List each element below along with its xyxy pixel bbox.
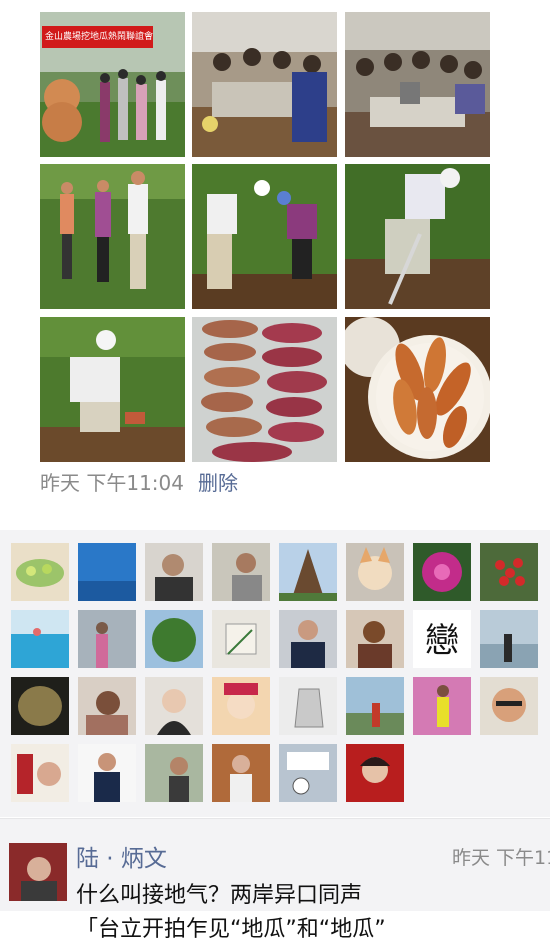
liker-avatar[interactable] bbox=[346, 610, 404, 668]
comment-author-name[interactable]: 陆 · 炳文 bbox=[76, 839, 167, 873]
liker-avatar[interactable] bbox=[78, 543, 136, 601]
liker-avatar[interactable] bbox=[279, 610, 337, 668]
liker-avatar[interactable] bbox=[480, 610, 538, 668]
liker-avatar[interactable] bbox=[413, 677, 471, 735]
post-meta: 昨天 下午11:04 删除 bbox=[40, 470, 238, 496]
liker-avatar[interactable] bbox=[11, 677, 69, 735]
liker-avatar[interactable] bbox=[212, 677, 270, 735]
photo-grid: 金山農場挖地瓜熱鬧聯誼會 bbox=[40, 12, 490, 462]
comment-time: 昨天 下午11 bbox=[452, 847, 550, 869]
delete-link[interactable]: 删除 bbox=[198, 471, 238, 495]
comment-text: 什么叫接地气？两岸异口同声 bbox=[76, 883, 363, 908]
liker-avatar[interactable] bbox=[212, 744, 270, 802]
liker-avatar[interactable] bbox=[279, 744, 337, 802]
post-time: 昨天 下午11:04 bbox=[40, 471, 184, 495]
comment-entry: 陆 · 炳文 昨天 下午11 什么叫接地气？两岸异口同声 「台立开拍乍见“地瓜”… bbox=[0, 818, 550, 942]
comment-text-cont: 「台立开拍乍见“地瓜”和“地瓜” bbox=[76, 917, 386, 942]
photo-digging-pair[interactable] bbox=[192, 164, 337, 309]
liker-avatar[interactable] bbox=[279, 543, 337, 601]
photo-sweet-potatoes-sack[interactable] bbox=[192, 317, 337, 462]
liker-avatar[interactable] bbox=[145, 677, 203, 735]
photo-digging-man[interactable] bbox=[345, 164, 490, 309]
svg-text:戀: 戀 bbox=[425, 621, 459, 661]
liker-avatar[interactable] bbox=[480, 543, 538, 601]
liker-avatar[interactable] bbox=[145, 744, 203, 802]
liker-avatar[interactable] bbox=[11, 610, 69, 668]
liker-avatar[interactable] bbox=[480, 677, 538, 735]
photo-crouching-man[interactable] bbox=[40, 317, 185, 462]
liker-avatar[interactable] bbox=[212, 543, 270, 601]
comment-author-avatar[interactable] bbox=[9, 843, 67, 901]
liker-avatar[interactable] bbox=[346, 677, 404, 735]
liker-avatar[interactable]: 戀 bbox=[413, 610, 471, 668]
liker-avatar[interactable] bbox=[78, 677, 136, 735]
likers-panel: 戀 bbox=[0, 530, 550, 817]
liker-avatar[interactable] bbox=[346, 543, 404, 601]
photo-dinner-table-1[interactable] bbox=[192, 12, 337, 157]
liker-avatar[interactable] bbox=[346, 744, 404, 802]
liker-avatar[interactable] bbox=[145, 610, 203, 668]
photo-field-group[interactable] bbox=[40, 164, 185, 309]
photo-roasted-sweet-potatoes[interactable] bbox=[345, 317, 490, 462]
photo-banner-group[interactable]: 金山農場挖地瓜熱鬧聯誼會 bbox=[40, 12, 185, 157]
liker-avatar[interactable] bbox=[11, 543, 69, 601]
photo-dinner-table-2[interactable] bbox=[345, 12, 490, 157]
liker-avatar[interactable] bbox=[78, 610, 136, 668]
liker-avatar[interactable] bbox=[145, 543, 203, 601]
liker-avatar[interactable] bbox=[212, 610, 270, 668]
liker-avatar[interactable] bbox=[279, 677, 337, 735]
liker-avatar[interactable] bbox=[413, 543, 471, 601]
liker-avatar[interactable] bbox=[78, 744, 136, 802]
photo-banner-text: 金山農場挖地瓜熱鬧聯誼會 bbox=[42, 26, 153, 48]
liker-avatar[interactable] bbox=[11, 744, 69, 802]
